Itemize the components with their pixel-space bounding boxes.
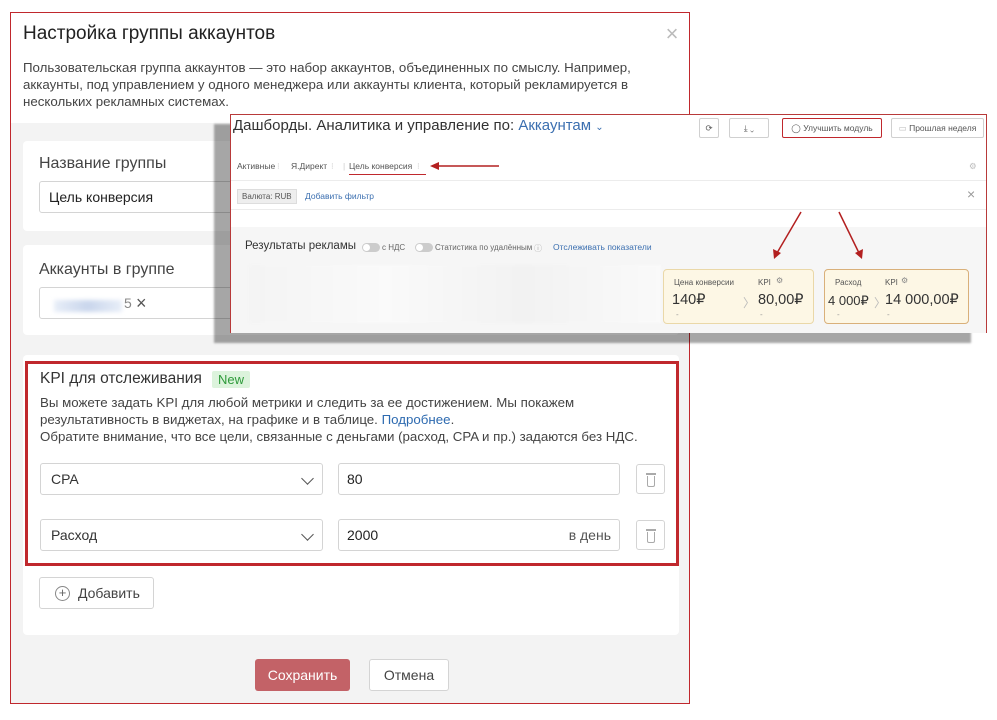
tab-divider: ⁝ xyxy=(331,161,334,171)
kpi-widget-placeholder: - xyxy=(837,310,840,319)
download-button[interactable]: ⤓ ⌄ xyxy=(729,118,769,138)
deleted-stats-toggle[interactable] xyxy=(415,243,433,252)
kpi-widget-value: 140₽ xyxy=(672,292,706,308)
kpi-widget-placeholder: - xyxy=(676,310,679,319)
period-label: Прошлая неделя xyxy=(909,123,977,133)
tab-divider: | xyxy=(343,161,346,171)
currency-filter-chip[interactable]: Валюта: RUB xyxy=(237,189,297,204)
kpi-section: KPI для отслеживания New Вы можете задат… xyxy=(25,361,679,566)
remove-account-icon[interactable]: × xyxy=(136,288,147,318)
kpi-widget-kpi-label: KPI xyxy=(885,278,898,287)
tab-divider: ⁝ xyxy=(277,161,280,171)
accounts-label: Аккаунты в группе xyxy=(39,261,175,278)
kpi-value: 2000 xyxy=(347,527,379,543)
improve-module-button[interactable]: ◯ Улучшить модуль xyxy=(782,118,882,138)
help-icon[interactable]: ⓘ xyxy=(534,243,542,254)
add-kpi-button[interactable]: + Добавить xyxy=(39,577,154,609)
kpi-value: 80 xyxy=(347,471,363,487)
kpi-desc-period: . xyxy=(450,412,455,427)
plus-circle-icon: + xyxy=(55,586,70,601)
calendar-icon: ▭ xyxy=(898,123,907,133)
kpi-widget-placeholder: - xyxy=(887,310,890,319)
kpi-widget-metric-label: Расход xyxy=(835,278,862,287)
kpi-widget-spend: Расход KPI ⚙ 4 000₽ 〉 14 000,00₽ - - xyxy=(824,269,969,324)
kpi-widget-value: 4 000₽ xyxy=(828,293,869,308)
filter-bar: Валюта: RUB Добавить фильтр × xyxy=(231,182,986,210)
kpi-metric-select[interactable]: Расход xyxy=(40,519,323,551)
chevron-down-icon xyxy=(301,472,314,485)
gear-icon[interactable]: ⚙ xyxy=(776,276,783,285)
kpi-widget-kpi-value: 80,00₽ xyxy=(758,292,804,308)
lightbulb-icon: ◯ xyxy=(791,123,801,133)
kpi-widget-metric-label: Цена конверсии xyxy=(674,278,734,287)
chevron-down-icon xyxy=(301,528,314,541)
kpi-title: KPI для отслеживания xyxy=(40,370,202,387)
refresh-button[interactable]: ⟳ xyxy=(699,118,719,138)
dashboard-title: Дашборды. Аналитика и управление по: Акк… xyxy=(233,117,604,134)
add-kpi-label: Добавить xyxy=(78,585,140,601)
track-metrics-link[interactable]: Отслеживать показатели xyxy=(553,242,652,252)
dashboard-tabs: Активные ⁝ Я.Директ ⁝ | Цель конверсия ⁝… xyxy=(231,155,986,181)
kpi-value-input[interactable]: 2000 в день xyxy=(338,519,620,551)
kpi-value-input[interactable]: 80 xyxy=(338,463,620,495)
dashboard-title-prefix: Дашборды. Аналитика и управление по: xyxy=(233,117,515,134)
kpi-desc-text-2: Обратите внимание, что все цели, связанн… xyxy=(40,429,638,444)
settings-icon[interactable]: ⚙ xyxy=(969,161,977,172)
tab-divider: ⁝ xyxy=(417,161,420,171)
tab-conversion-goal-label: Цель конверсия xyxy=(349,161,413,171)
cancel-button[interactable]: Отмена xyxy=(369,659,449,691)
account-tag-suffix: 5 xyxy=(124,295,132,311)
tab-active[interactable]: Активные xyxy=(237,161,275,171)
kpi-widget-kpi-label: KPI xyxy=(758,278,771,287)
kpi-metric-select[interactable]: CPA xyxy=(40,463,323,495)
vat-toggle-label: с НДС xyxy=(382,243,406,252)
kpi-widget-placeholder: - xyxy=(760,310,763,319)
kpi-value-suffix: в день xyxy=(568,527,611,543)
dashboard-preview: Дашборды. Аналитика и управление по: Акк… xyxy=(230,114,987,333)
kpi-widget-cpa: Цена конверсии KPI ⚙ 140₽ 〉 80,00₽ - - xyxy=(663,269,814,324)
modal-title: Настройка группы аккаунтов xyxy=(23,23,276,44)
add-filter-link[interactable]: Добавить фильтр xyxy=(305,191,374,201)
results-label: Результаты рекламы xyxy=(245,240,356,252)
save-button[interactable]: Сохранить xyxy=(255,659,350,691)
gear-icon[interactable]: ⚙ xyxy=(901,276,908,285)
kpi-metric-value: CPA xyxy=(51,471,79,487)
account-tag-blurred xyxy=(54,300,122,312)
delete-kpi-button[interactable] xyxy=(636,464,665,494)
dashboard-title-accent[interactable]: Аккаунтам xyxy=(518,117,591,134)
kpi-metric-value: Расход xyxy=(51,527,98,543)
kpi-widget-kpi-value: 14 000,00₽ xyxy=(885,292,959,308)
tab-yandex-direct[interactable]: Я.Директ xyxy=(291,161,327,171)
kpi-description: Вы можете задать KPI для любой метрики и… xyxy=(40,394,660,445)
vat-toggle[interactable] xyxy=(362,243,380,252)
delete-kpi-button[interactable] xyxy=(636,520,665,550)
chevron-down-icon[interactable]: ⌄ xyxy=(595,122,603,133)
improve-module-label: Улучшить модуль xyxy=(803,123,873,133)
clear-filter-icon[interactable]: × xyxy=(967,186,975,202)
blurred-widgets xyxy=(249,265,661,323)
modal-description: Пользовательская группа аккаунтов — это … xyxy=(23,60,631,109)
kpi-widget-divider: 〉 xyxy=(743,296,756,310)
deleted-stats-label: Статистика по удалённым xyxy=(435,243,533,252)
new-badge: New xyxy=(212,371,251,388)
group-name-label: Название группы xyxy=(39,155,167,172)
trash-icon xyxy=(646,529,656,531)
close-icon[interactable]: × xyxy=(663,23,681,45)
trash-icon xyxy=(646,473,656,475)
tab-conversion-goal[interactable]: Цель конверсия xyxy=(349,161,427,175)
kpi-desc-text-1: Вы можете задать KPI для любой метрики и… xyxy=(40,395,575,427)
period-button[interactable]: ▭ Прошлая неделя xyxy=(891,118,984,138)
learn-more-link[interactable]: Подробнее xyxy=(382,412,451,427)
